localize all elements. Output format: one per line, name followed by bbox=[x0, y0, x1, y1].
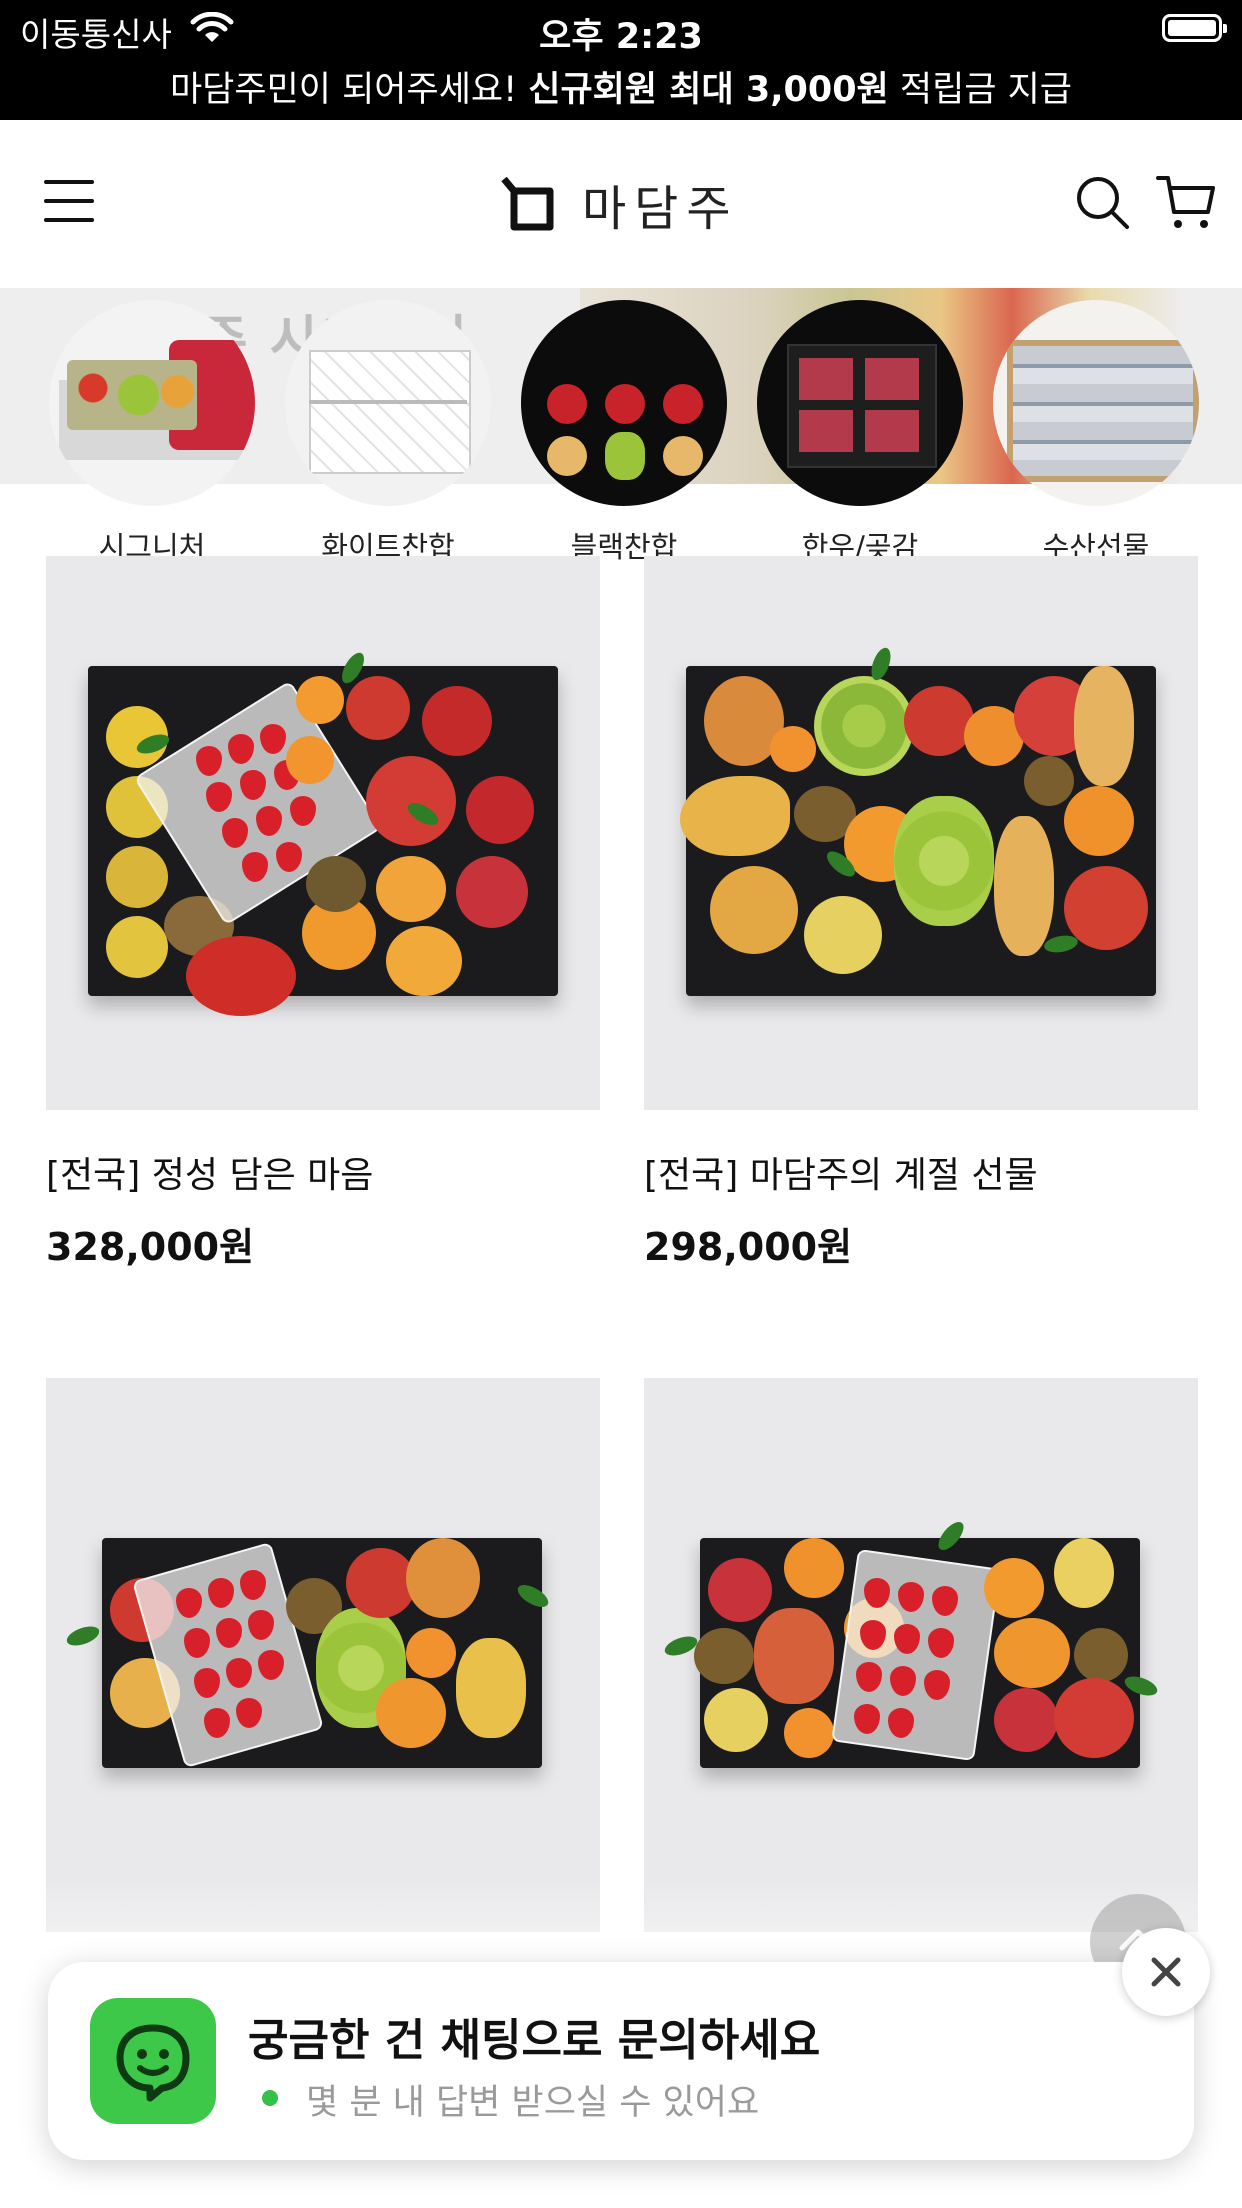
category-thumbnail bbox=[49, 300, 255, 506]
category-item-signature[interactable]: 시그니처 bbox=[34, 300, 270, 566]
product-name: [전국] 마담주의 계절 선물 bbox=[644, 1155, 1038, 1196]
category-item-white-chanhap[interactable]: 화이트찬합 bbox=[270, 300, 506, 566]
logo[interactable]: 마담주 bbox=[500, 172, 739, 237]
cart-icon[interactable] bbox=[1156, 172, 1216, 232]
product-name: [전국] 정성 담은 마음 bbox=[46, 1155, 374, 1196]
battery-icon bbox=[1162, 14, 1227, 42]
product-image bbox=[644, 556, 1198, 1110]
hamburger-menu-icon[interactable] bbox=[44, 180, 94, 222]
status-bar: 이동통신사 오후 2:23 bbox=[0, 0, 1242, 60]
chat-subtitle: 몇 분 내 답변 받으실 수 있어요 bbox=[306, 2083, 760, 2123]
app-header: 마담주 bbox=[0, 120, 1242, 288]
chat-close-button[interactable] bbox=[1122, 1928, 1210, 2016]
promo-highlight: 신규회원 최대 3,000원 bbox=[528, 70, 889, 110]
category-thumbnail bbox=[285, 300, 491, 506]
category-item-black-chanhap[interactable]: 블랙찬합 bbox=[506, 300, 742, 566]
category-item-seafood[interactable]: 수산선물 bbox=[978, 300, 1214, 566]
product-price: 328,000원 bbox=[46, 1225, 255, 1269]
product-image bbox=[644, 1378, 1198, 1932]
close-icon bbox=[1151, 1957, 1181, 1987]
promo-prefix: 마담주민이 되어주세요! bbox=[169, 70, 529, 110]
chat-inquiry-banner[interactable]: 궁금한 건 채팅으로 문의하세요 몇 분 내 답변 받으실 수 있어요 bbox=[48, 1962, 1194, 2160]
logo-text: 마담주 bbox=[582, 181, 739, 237]
chat-title: 궁금한 건 채팅으로 문의하세요 bbox=[248, 2015, 821, 2066]
product-price: 298,000원 bbox=[644, 1225, 853, 1269]
product-image bbox=[46, 1378, 600, 1932]
online-status-dot bbox=[262, 2090, 278, 2106]
logo-mark-icon bbox=[501, 177, 554, 231]
category-thumbnail bbox=[757, 300, 963, 506]
category-thumbnail bbox=[993, 300, 1199, 506]
chat-app-icon bbox=[90, 1998, 216, 2124]
search-icon[interactable] bbox=[1074, 174, 1130, 230]
promo-banner[interactable]: 마담주민이 되어주세요! 신규회원 최대 3,000원 적립금 지급 bbox=[0, 60, 1242, 120]
status-time: 오후 2:23 bbox=[539, 17, 703, 57]
category-thumbnail bbox=[521, 300, 727, 506]
category-list: 시그니처 화이트찬합 블랙찬합 한우/곶감 수산선물 bbox=[0, 300, 1242, 580]
product-image bbox=[46, 556, 600, 1110]
promo-suffix: 적립금 지급 bbox=[888, 70, 1073, 110]
category-item-hanwoo[interactable]: 한우/곶감 bbox=[742, 300, 978, 566]
product-card[interactable]: [전국] 정성 담은 마음 328,000원 bbox=[46, 556, 600, 1271]
product-card[interactable]: [전국] 마담주의 계절 선물 298,000원 bbox=[644, 556, 1198, 1271]
